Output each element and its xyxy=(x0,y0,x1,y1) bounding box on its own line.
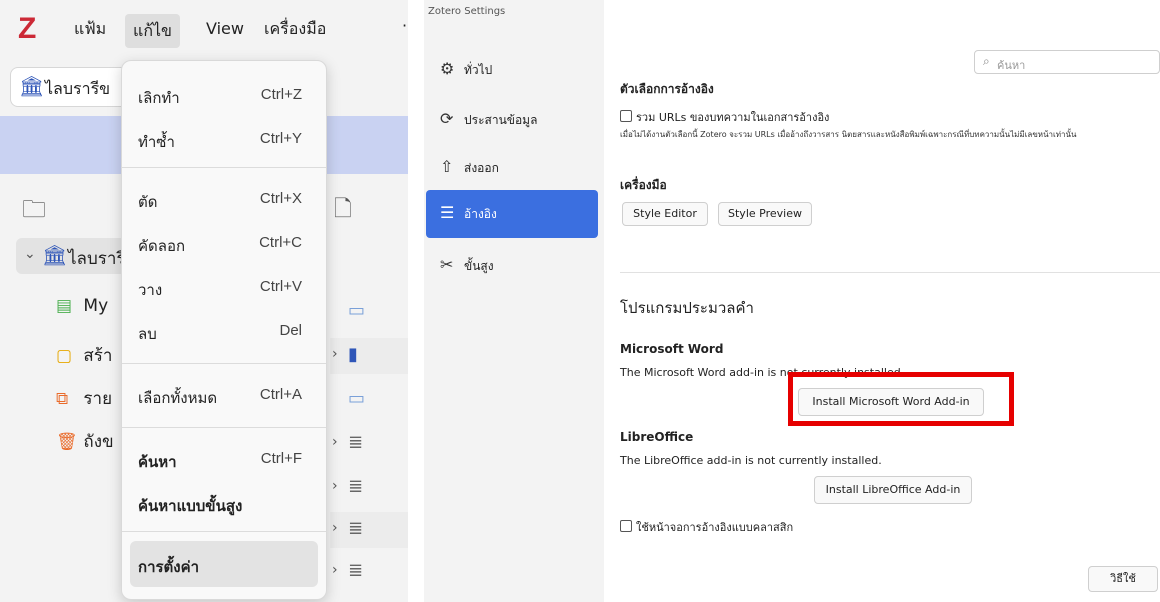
divider xyxy=(620,272,1160,273)
install-libreoffice-addin-button[interactable]: Install LibreOffice Add-in xyxy=(814,476,972,504)
library-tab-label: ไลบรารีข xyxy=(45,79,111,98)
new-item-icon[interactable]: 🗋 xyxy=(334,192,352,230)
libreoffice-heading: LibreOffice xyxy=(620,430,694,444)
tree-item-create[interactable]: ▢ สร้า xyxy=(56,342,112,369)
menu-item-paste[interactable]: วาง Ctrl+V xyxy=(130,267,318,307)
menu-item-undo[interactable]: เลิกทำ Ctrl+Z xyxy=(130,75,318,115)
duplicate-icon: ⧉ xyxy=(56,389,69,409)
libreoffice-status-text: The LibreOffice add-in is not currently … xyxy=(620,454,882,467)
menu-separator xyxy=(122,167,326,168)
document-icon: ≣ xyxy=(348,432,364,453)
tree-item-trash[interactable]: 🗑 ถังข xyxy=(56,428,114,455)
document-icon: ≣ xyxy=(348,518,364,539)
chevron-down-icon[interactable]: ⌄ xyxy=(24,246,36,262)
chevron-right-icon[interactable]: › xyxy=(332,520,338,536)
tree-item-label: สร้า xyxy=(83,346,113,366)
search-icon: ⌕ xyxy=(983,54,990,68)
folder-icon: ▢ xyxy=(56,346,73,366)
tools-heading: เครื่องมือ xyxy=(620,178,667,192)
tree-item-my-publications[interactable]: ▤ My xyxy=(56,296,108,316)
window-title: Zotero Settings xyxy=(428,6,506,17)
menu-view[interactable]: View xyxy=(198,18,252,44)
book-icon: ▮ xyxy=(348,344,358,365)
nav-export[interactable]: ⇧ ส่งออก xyxy=(426,144,598,192)
settings-sidebar: Zotero Settings ⚙ ทั่วไป ⟳ ประสานข้อมูล … xyxy=(424,0,604,602)
menu-file[interactable]: แฟ้ม xyxy=(66,18,114,44)
library-tab[interactable]: 🏛 ไลบรารีข xyxy=(10,67,138,107)
menu-item-advanced-search[interactable]: ค้นหาแบบขั้นสูง xyxy=(130,483,318,523)
document-icon: ≣ xyxy=(348,476,364,497)
include-urls-option[interactable]: รวม URLs ของบทความในเอกสารอ้างอิง xyxy=(620,108,829,126)
citation-options-heading: ตัวเลือกการอ้างอิง xyxy=(620,82,714,96)
menu-item-select-all[interactable]: เลือกทั้งหมด Ctrl+A xyxy=(130,375,318,415)
list-item[interactable]: ▭ xyxy=(330,294,408,330)
chevron-right-icon[interactable]: › xyxy=(332,434,338,450)
menu-tools[interactable]: เครื่องมือ xyxy=(256,18,334,44)
list-item[interactable]: › ≣ xyxy=(330,554,408,590)
document-icon: ≣ xyxy=(348,560,364,581)
nav-sync[interactable]: ⟳ ประสานข้อมูล xyxy=(426,96,598,144)
style-preview-button[interactable]: Style Preview xyxy=(718,202,812,226)
classic-cite-checkbox[interactable] xyxy=(620,520,632,532)
sync-icon: ⟳ xyxy=(440,109,454,128)
list-item[interactable]: › ▮ xyxy=(330,338,408,374)
menubar: Z แฟ้ม แก้ไข View เครื่องมือ · xyxy=(0,0,408,58)
list-item[interactable]: › ≣ xyxy=(330,512,408,548)
tree-item-label: ถังข xyxy=(83,432,114,452)
export-icon: ⇧ xyxy=(440,157,454,176)
zotero-settings-window: Zotero Settings ⚙ ทั่วไป ⟳ ประสานข้อมูล … xyxy=(424,0,1160,602)
list-item[interactable]: › ≣ xyxy=(330,426,408,462)
nav-general[interactable]: ⚙ ทั่วไป xyxy=(426,46,598,94)
classic-cite-option[interactable]: ใช้หน้าจอการอ้างอิงแบบคลาสสิก xyxy=(620,518,793,536)
new-collection-icon[interactable]: 🗀 xyxy=(22,192,46,233)
menu-item-cut[interactable]: ตัด Ctrl+X xyxy=(130,179,318,219)
advanced-icon: ✂ xyxy=(440,255,454,274)
menu-separator xyxy=(122,427,326,428)
chevron-right-icon[interactable]: › xyxy=(332,346,338,362)
include-urls-description: เมื่อไม่ได้งานตัวเลือกนี้ Zotero จะรวม U… xyxy=(620,130,1077,139)
menu-item-redo[interactable]: ทำซ้ำ Ctrl+Y xyxy=(130,119,318,159)
menu-edit[interactable]: แก้ไข xyxy=(125,14,180,48)
library-icon: 🏛 xyxy=(19,74,45,98)
help-button[interactable]: วิธีใช้ xyxy=(1088,566,1158,592)
gear-icon: ⚙ xyxy=(440,59,455,78)
cite-icon: ☰ xyxy=(440,203,455,222)
chevron-right-icon[interactable]: › xyxy=(332,478,338,494)
nav-advanced[interactable]: ✂ ขั้นสูง xyxy=(426,242,598,290)
trash-icon: 🗑 xyxy=(56,432,78,452)
menu-item-settings[interactable]: การตั้งค่า xyxy=(130,541,318,587)
tree-item-label: ราย xyxy=(83,389,113,409)
settings-search[interactable]: ⌕ ค้นหา xyxy=(974,50,1160,74)
menu-separator xyxy=(122,363,326,364)
edit-menu-dropdown: เลิกทำ Ctrl+Z ทำซ้ำ Ctrl+Y ตัด Ctrl+X คั… xyxy=(121,60,327,600)
search-placeholder: ค้นหา xyxy=(997,59,1026,72)
tree-item-label: My xyxy=(83,296,109,316)
tree-item-duplicates[interactable]: ⧉ ราย xyxy=(56,385,112,412)
include-urls-checkbox[interactable] xyxy=(620,110,632,122)
menu-overflow[interactable]: · xyxy=(402,16,407,35)
microsoft-word-heading: Microsoft Word xyxy=(620,342,724,356)
menu-separator xyxy=(122,531,326,532)
document-icon: ▤ xyxy=(56,296,73,316)
library-icon: 🏛 xyxy=(42,243,68,267)
zotero-logo: Z xyxy=(18,12,37,45)
webpage-icon: ▭ xyxy=(348,300,366,321)
menu-item-delete[interactable]: ลบ Del xyxy=(130,311,318,351)
chevron-right-icon[interactable]: › xyxy=(332,562,338,578)
list-item[interactable]: ▭ xyxy=(330,382,408,418)
word-processors-heading: โปรแกรมประมวลคำ xyxy=(620,299,754,317)
menu-item-copy[interactable]: คัดลอก Ctrl+C xyxy=(130,223,318,263)
list-item[interactable]: › ≣ xyxy=(330,470,408,506)
tree-item-label: ไลบรารี xyxy=(68,249,126,269)
items-list: ▭ › ▮ ▭ › ≣ › ≣ › ≣ › ≣ xyxy=(330,290,408,602)
nav-cite[interactable]: ☰ อ้างอิง xyxy=(426,190,598,238)
zotero-main-window: Z แฟ้ม แก้ไข View เครื่องมือ · 🏛 ไลบรารี… xyxy=(0,0,408,602)
style-editor-button[interactable]: Style Editor xyxy=(622,202,708,226)
webpage-icon: ▭ xyxy=(348,388,366,409)
menu-item-find[interactable]: ค้นหา Ctrl+F xyxy=(130,439,318,479)
highlight-box xyxy=(788,372,1014,426)
